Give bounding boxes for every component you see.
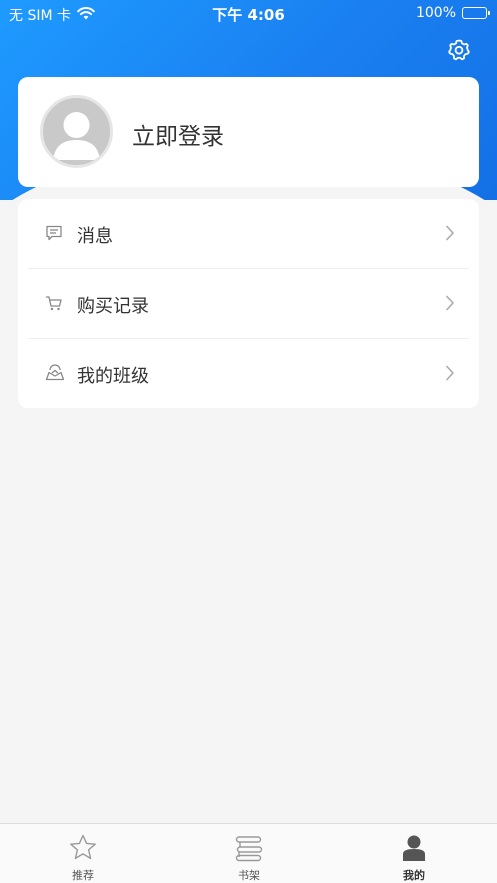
battery-icon <box>462 7 490 19</box>
tab-label: 我的 <box>403 869 425 882</box>
chevron-right-icon <box>445 225 455 241</box>
menu-item-label: 购买记录 <box>77 296 149 317</box>
tab-mine[interactable]: 我的 <box>331 824 497 883</box>
menu-item-purchase-history[interactable]: 购买记录 <box>18 269 479 338</box>
battery-percent: 100% <box>415 5 456 21</box>
login-label[interactable]: 立即登录 <box>132 117 224 151</box>
person-icon <box>399 833 429 863</box>
menu-item-label: 我的班级 <box>77 366 149 387</box>
tab-bar: 推荐 书架 我的 <box>0 823 497 883</box>
tab-bookshelf[interactable]: 书架 <box>166 824 332 883</box>
tab-label: 书架 <box>238 869 260 882</box>
class-icon <box>45 364 65 382</box>
bookshelf-icon <box>234 833 264 863</box>
tab-recommend[interactable]: 推荐 <box>0 824 166 883</box>
default-avatar-icon[interactable] <box>40 95 113 168</box>
star-icon <box>68 833 98 863</box>
chevron-right-icon <box>445 365 455 381</box>
menu-card: 消息 购买记录 我的班级 <box>18 199 479 408</box>
tab-label: 推荐 <box>72 869 94 882</box>
status-bar: 无 SIM 卡 下午 4:06 100% <box>0 0 497 26</box>
gear-icon[interactable] <box>447 38 471 62</box>
menu-item-label: 消息 <box>77 226 113 247</box>
menu-item-my-class[interactable]: 我的班级 <box>18 339 479 408</box>
menu-item-messages[interactable]: 消息 <box>18 199 479 268</box>
message-icon <box>45 224 63 242</box>
chevron-right-icon <box>445 295 455 311</box>
cart-icon <box>45 294 63 312</box>
login-card[interactable]: 立即登录 <box>18 77 479 187</box>
